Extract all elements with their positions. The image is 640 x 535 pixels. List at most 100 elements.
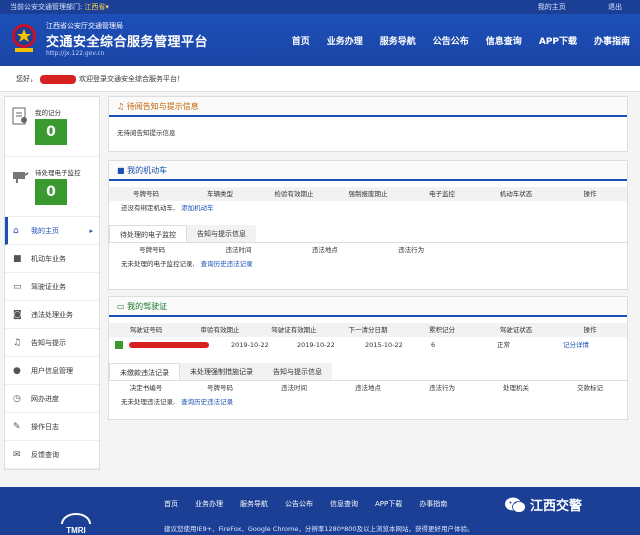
truck-icon: ■ bbox=[13, 254, 22, 264]
monitor-value[interactable]: 0 bbox=[35, 179, 67, 205]
nav-home[interactable]: 首页 bbox=[292, 34, 310, 47]
bell-icon: ♫ bbox=[117, 102, 127, 111]
sidebar-item-violation[interactable]: ◙ 违法处理业务 bbox=[5, 301, 99, 329]
nav-announcement[interactable]: 公告公布 bbox=[433, 34, 469, 47]
notice-title: 待阅告知与提示信息 bbox=[126, 102, 199, 111]
monitor-empty-row: 无未处理的电子监控记录, 查询历史违法记录 bbox=[109, 257, 627, 271]
my-home-link[interactable]: 我的主页 bbox=[538, 3, 566, 11]
id-card-icon: ▭ bbox=[117, 302, 128, 311]
score-label: 我的记分 bbox=[35, 109, 61, 117]
score-detail-link[interactable]: 记分详情 bbox=[563, 337, 589, 353]
tab-compulsory-measures[interactable]: 未处理强制措施记录 bbox=[180, 363, 263, 380]
vehicle-empty-row: 还没有绑定机动车, 添加机动车 bbox=[109, 201, 627, 215]
tab-notice-info[interactable]: 告知与提示信息 bbox=[187, 225, 256, 242]
license-status-marker bbox=[115, 341, 123, 349]
nav-app[interactable]: APP下载 bbox=[539, 34, 577, 47]
col-audit: 审验有效期止 bbox=[200, 326, 240, 334]
footer-nav-home[interactable]: 首页 bbox=[164, 499, 178, 509]
caret-down-icon[interactable]: ▾ bbox=[105, 3, 109, 11]
footer-nav-business[interactable]: 业务办理 bbox=[195, 499, 223, 509]
sidebar-item-license[interactable]: ▭ 驾驶证业务 bbox=[5, 273, 99, 301]
score-value[interactable]: 0 bbox=[35, 119, 67, 145]
tab-pending-monitor[interactable]: 待处理的电子监控 bbox=[109, 225, 187, 242]
logout-link[interactable]: 退出 bbox=[608, 3, 622, 11]
notice-panel: ♫ 待阅告知与提示信息 无待阅告知提示信息 bbox=[108, 96, 628, 152]
vehicle-tabs: 待处理的电子监控 告知与提示信息 bbox=[109, 225, 627, 243]
province-select[interactable]: 江西省 bbox=[84, 3, 105, 11]
col-status: 驾驶证状态 bbox=[499, 326, 533, 334]
browser-note: 建议您使用IE9+、FireFox、Google Chrome，分辨率1280*… bbox=[164, 525, 474, 533]
col-behavior: 违法行为 bbox=[398, 246, 425, 254]
license-status: 正常 bbox=[497, 341, 510, 349]
tab-notice-info[interactable]: 告知与提示信息 bbox=[263, 363, 332, 380]
valid-date: 2019-10-22 bbox=[297, 341, 335, 349]
score-card[interactable]: 我的记分 0 bbox=[5, 97, 99, 157]
vehicle-title: 我的机动车 bbox=[127, 166, 168, 175]
license-score: 6 bbox=[431, 341, 436, 349]
col-time: 违法时间 bbox=[225, 246, 252, 254]
user-icon: ● bbox=[13, 366, 21, 376]
history-violation-link[interactable]: 查询历史违法记录 bbox=[195, 260, 253, 268]
add-vehicle-link[interactable]: 添加机动车 bbox=[175, 204, 214, 212]
footer-nav-service[interactable]: 服务导航 bbox=[240, 499, 268, 509]
col-clear: 下一清分日期 bbox=[348, 326, 388, 334]
col-score: 累积记分 bbox=[429, 326, 455, 334]
tmri-logo-text: TMRI bbox=[66, 526, 86, 535]
main-content: ♫ 待阅告知与提示信息 无待阅告知提示信息 ■ 我的机动车 号牌号码 车辆类型 … bbox=[108, 96, 628, 470]
tab-unpaid-violation[interactable]: 未缴款违法记录 bbox=[109, 363, 180, 380]
sidebar-item-label: 我的主页 bbox=[31, 227, 59, 235]
sidebar-item-feedback[interactable]: ✉ 反馈查询 bbox=[5, 441, 99, 469]
sidebar-item-user[interactable]: ● 用户信息管理 bbox=[5, 357, 99, 385]
col-paid: 交款标记 bbox=[577, 384, 603, 392]
sidebar-item-label: 操作日志 bbox=[31, 423, 59, 431]
col-plate: 号牌号码 bbox=[139, 246, 166, 254]
wechat-name: 江西交警 bbox=[530, 499, 583, 514]
monitor-card[interactable]: 待处理电子监控 0 bbox=[5, 157, 99, 217]
sidebar-item-notice[interactable]: ♫ 告知与提示 bbox=[5, 329, 99, 357]
camera-monitor-icon bbox=[13, 172, 29, 183]
site-url: http://jx.122.gov.cn bbox=[46, 50, 105, 57]
footer-nav-announcement[interactable]: 公告公布 bbox=[285, 499, 313, 509]
vehicle-panel: ■ 我的机动车 号牌号码 车辆类型 检验有效期止 强制报废期止 电子监控 机动车… bbox=[108, 160, 628, 290]
vehicle-empty-text: 还没有绑定机动车, bbox=[121, 204, 176, 212]
feedback-icon: ✉ bbox=[13, 450, 21, 460]
sidebar-item-label: 机动车业务 bbox=[31, 255, 66, 263]
log-icon: ✎ bbox=[13, 422, 21, 432]
sidebar-item-progress[interactable]: ◷ 网办进度 bbox=[5, 385, 99, 413]
nav-service[interactable]: 服务导航 bbox=[380, 34, 416, 47]
vehicle-table-header: 号牌号码 车辆类型 检验有效期止 强制报废期止 电子监控 机动车状态 操作 bbox=[109, 187, 627, 201]
site-header: 江西省公安厅交通管理局 交通安全综合服务管理平台 http://jx.122.g… bbox=[0, 14, 640, 66]
redacted-license-number bbox=[129, 342, 209, 348]
wechat-icon bbox=[505, 497, 526, 513]
location-label: 当前公安交通管理部门: bbox=[10, 3, 83, 11]
col-action: 操作 bbox=[583, 190, 597, 198]
wechat-account[interactable]: 江西交警 bbox=[504, 495, 582, 514]
col-decision-no: 决定书编号 bbox=[129, 384, 163, 392]
col-time: 违法时间 bbox=[281, 384, 307, 392]
redacted-username bbox=[40, 74, 76, 84]
nav-business[interactable]: 业务办理 bbox=[327, 34, 363, 47]
sidebar-item-vehicle[interactable]: ■ 机动车业务 bbox=[5, 245, 99, 273]
sidebar-item-home[interactable]: ⌂ 我的主页 ▸ bbox=[5, 217, 99, 245]
sidebar-item-log[interactable]: ✎ 操作日志 bbox=[5, 413, 99, 441]
violation-empty-row: 无未处理违法记录, 查询历史违法记录 bbox=[109, 395, 627, 409]
nav-guide[interactable]: 办事指南 bbox=[594, 34, 630, 47]
main-nav: 首页 业务办理 服务导航 公告公布 信息查询 APP下载 办事指南 bbox=[275, 34, 630, 47]
license-panel: ▭ 我的驾驶证 驾驶证号码 审验有效期止 驾驶证有效期止 下一清分日期 累积记分… bbox=[108, 296, 628, 420]
violation-empty-text: 无未处理违法记录, bbox=[121, 398, 176, 406]
site-subtitle: 江西省公安厅交通管理局 bbox=[46, 22, 123, 30]
col-valid: 驾驶证有效期止 bbox=[271, 326, 317, 334]
site-title[interactable]: 交通安全综合服务管理平台 bbox=[46, 31, 208, 50]
sidebar-item-label: 驾驶证业务 bbox=[31, 283, 66, 291]
progress-icon: ◷ bbox=[13, 394, 21, 404]
footer-nav-app[interactable]: APP下载 bbox=[375, 499, 402, 509]
footer-nav-query[interactable]: 信息查询 bbox=[330, 499, 358, 509]
col-type: 车辆类型 bbox=[207, 190, 233, 198]
bell-icon: ♫ bbox=[13, 338, 22, 348]
footer-nav-guide[interactable]: 办事指南 bbox=[419, 499, 447, 509]
nav-query[interactable]: 信息查询 bbox=[486, 34, 522, 47]
police-emblem-icon[interactable] bbox=[9, 22, 39, 54]
notice-empty: 无待阅告知提示信息 bbox=[117, 129, 176, 137]
history-violation-link[interactable]: 查询历史违法记录 bbox=[175, 398, 233, 406]
greeting-hello: 您好， bbox=[16, 75, 37, 83]
